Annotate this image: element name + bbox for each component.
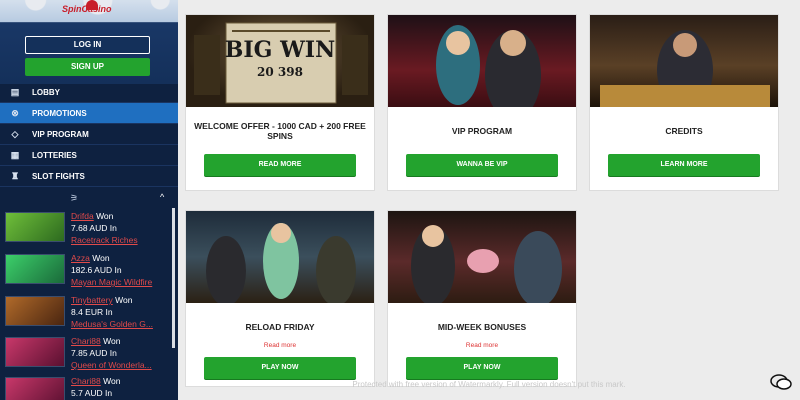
winner-name[interactable]: Drifda — [71, 211, 94, 221]
promo-image — [388, 211, 576, 303]
mid-week-illustration — [411, 225, 562, 303]
promo-title: RELOAD FRIDAY — [245, 322, 315, 332]
game-thumbnail[interactable] — [5, 296, 65, 326]
read-more-link[interactable]: Read more — [186, 342, 374, 349]
winner-item[interactable]: Chari88 Won 7.85 AUD In Queen of Wonderl… — [5, 336, 165, 376]
sidebar-header: SpinCasino LOG IN SIGN UP — [0, 0, 178, 84]
play-now-button[interactable]: PLAY NOW — [406, 357, 558, 379]
site-logo[interactable]: SpinCasino — [62, 4, 112, 14]
sidebar-item-lobby[interactable]: ▤ LOBBY — [0, 82, 178, 103]
won-label: Won — [103, 336, 121, 346]
won-label: Won — [96, 211, 114, 221]
credits-illustration — [600, 30, 770, 107]
winner-item[interactable]: Drifda Won 7.68 AUD In Racetrack Riches — [5, 211, 165, 251]
ticker-icon: ⚞ — [70, 193, 79, 203]
sidebar-item-label: LOTTERIES — [32, 150, 77, 160]
winner-item[interactable]: Azza Won 182.6 AUD In Mayan Magic Wildfi… — [5, 253, 165, 293]
sidebar-item-label: SLOT FIGHTS — [32, 171, 85, 181]
win-amount: 7.68 AUD In — [71, 223, 117, 233]
game-thumbnail[interactable] — [5, 254, 65, 284]
game-link[interactable]: Racetrack Riches — [71, 235, 167, 245]
promo-card-reload-friday: RELOAD FRIDAY Read more PLAY NOW — [185, 210, 375, 387]
winner-name[interactable]: Chari88 — [71, 376, 101, 386]
won-label: Won — [115, 295, 133, 305]
signup-button[interactable]: SIGN UP — [25, 58, 150, 76]
reload-friday-illustration — [206, 223, 356, 303]
winner-item[interactable]: Tinybattery Won 8.4 EUR In Medusa's Gold… — [5, 295, 165, 335]
promo-card-vip: VIP PROGRAM WANNA BE VIP — [387, 14, 577, 191]
win-amount: 182.6 AUD In — [71, 265, 122, 275]
watermark-notice: Protected with free version of Watermark… — [352, 380, 626, 389]
recent-winners-header: ⚞ ^ — [0, 190, 178, 208]
win-amount: 7.85 AUD In — [71, 348, 117, 358]
sidebar-item-label: LOBBY — [32, 87, 60, 97]
winner-name[interactable]: Tinybattery — [71, 295, 113, 305]
promo-image: BIG WIN 20 398 — [186, 15, 374, 107]
game-thumbnail[interactable] — [5, 377, 65, 400]
lobby-icon: ▤ — [10, 86, 20, 97]
sidebar-item-promotions[interactable]: ⊗ PROMOTIONS — [0, 103, 178, 124]
promo-card-mid-week: MID-WEEK BONUSES Read more PLAY NOW — [387, 210, 577, 387]
chat-bubbles-graphic — [770, 374, 792, 390]
big-win-text: BIG WIN — [224, 37, 336, 63]
win-amount: 5.7 AUD In — [71, 388, 113, 398]
learn-more-button[interactable]: LEARN MORE — [608, 154, 760, 176]
game-thumbnail[interactable] — [5, 212, 65, 242]
promo-image — [590, 15, 778, 107]
promo-title: WELCOME OFFER - 1000 CAD + 200 FREE SPIN… — [194, 121, 366, 141]
sidebar-item-lotteries[interactable]: ▦ LOTTERIES — [0, 145, 178, 166]
sidebar-item-label: PROMOTIONS — [32, 108, 87, 118]
won-label: Won — [92, 253, 110, 263]
promotions-icon: ⊗ — [11, 107, 19, 118]
sidebar-item-label: VIP PROGRAM — [32, 129, 89, 139]
play-now-button[interactable]: PLAY NOW — [204, 357, 356, 379]
vip-illustration — [436, 25, 541, 107]
game-thumbnail[interactable] — [5, 337, 65, 367]
big-win-amount: 20 398 — [257, 65, 303, 79]
chat-icon[interactable] — [770, 373, 792, 391]
winners-scrollbar[interactable] — [172, 208, 175, 348]
sidebar-item-vip-program[interactable]: ◇ VIP PROGRAM — [0, 124, 178, 145]
sidebar-item-slot-fights[interactable]: ♜ SLOT FIGHTS — [0, 166, 178, 187]
read-more-button[interactable]: READ MORE — [204, 154, 356, 176]
winner-item[interactable]: Chari88 Won 5.7 AUD In — [5, 376, 165, 400]
promo-image — [388, 15, 576, 107]
wanna-be-vip-button[interactable]: WANNA BE VIP — [406, 154, 558, 176]
diamond-icon: ◇ — [11, 128, 19, 139]
promo-card-welcome: BIG WIN 20 398 WELCOME OFFER - 1000 CAD … — [185, 14, 375, 191]
read-more-link[interactable]: Read more — [388, 342, 576, 349]
promo-card-credits: CREDITS LEARN MORE — [589, 14, 779, 191]
game-link[interactable]: Medusa's Golden G... — [71, 319, 167, 329]
lotteries-icon: ▦ — [10, 149, 20, 160]
login-button[interactable]: LOG IN — [25, 36, 150, 54]
winner-name[interactable]: Chari88 — [71, 336, 101, 346]
promo-image — [186, 211, 374, 303]
promo-title: CREDITS — [665, 126, 703, 136]
promo-title: VIP PROGRAM — [451, 126, 513, 136]
game-link[interactable]: Queen of Wonderla... — [71, 360, 167, 370]
game-link[interactable]: Mayan Magic Wildfire — [71, 277, 167, 287]
chevron-up-icon[interactable]: ^ — [160, 192, 164, 202]
sidebar: SpinCasino LOG IN SIGN UP ▤ LOBBY ⊗ PROM… — [0, 0, 178, 400]
promo-title: MID-WEEK BONUSES — [437, 322, 527, 332]
won-label: Won — [103, 376, 121, 386]
sidebar-menu: ▤ LOBBY ⊗ PROMOTIONS ◇ VIP PROGRAM ▦ LOT… — [0, 82, 178, 187]
win-amount: 8.4 EUR In — [71, 307, 113, 317]
trophy-icon: ♜ — [10, 170, 20, 181]
winner-name[interactable]: Azza — [71, 253, 90, 263]
